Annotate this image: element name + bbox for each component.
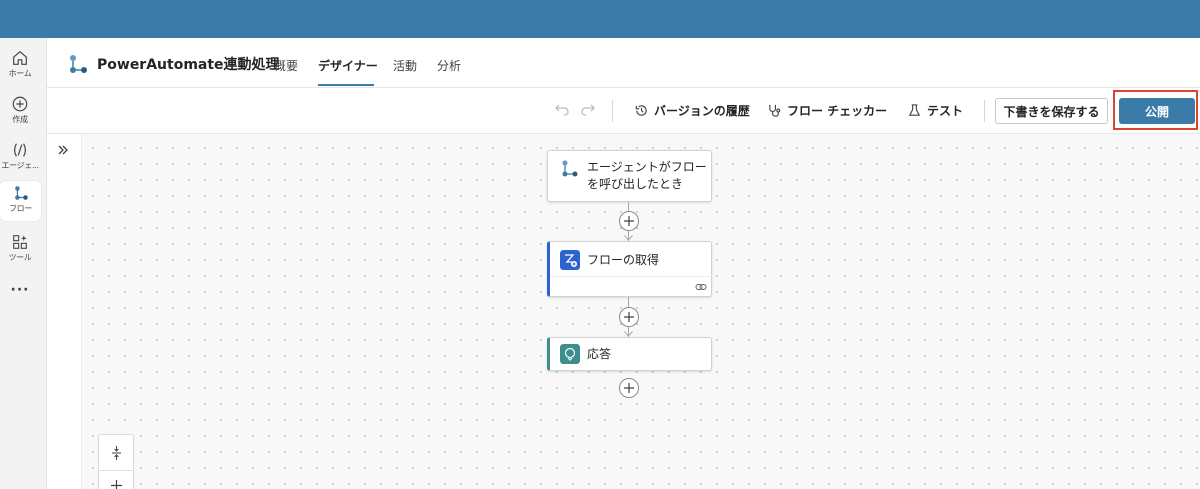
version-history-button[interactable]: バージョンの履歴 (634, 102, 750, 119)
tab-overview[interactable]: 概要 (274, 57, 298, 74)
tools-icon (13, 235, 27, 249)
more-options-button[interactable]: ··· (0, 282, 40, 298)
add-step-button[interactable] (619, 378, 639, 398)
rail-label-create: 作成 (12, 115, 28, 124)
plus-icon (624, 312, 634, 322)
flow-checker-label: フロー チェッカー (787, 104, 888, 118)
node-divider (550, 276, 712, 277)
rail-label-tools: ツール (8, 253, 32, 262)
undo-icon[interactable] (554, 101, 570, 117)
tab-activity[interactable]: 活動 (393, 57, 417, 74)
beaker-icon (908, 104, 921, 116)
stethoscope-icon (769, 104, 781, 117)
expand-panel-icon[interactable] (56, 143, 70, 157)
rail-item-tools[interactable]: ツール (0, 230, 40, 270)
get-flow-node[interactable]: フローの取得 (547, 241, 712, 297)
get-flow-icon (560, 250, 580, 270)
designer-canvas[interactable]: エージェントがフロー を呼び出したとき フローの取得 応答 (47, 134, 1200, 489)
tab-analytics[interactable]: 分析 (437, 57, 461, 74)
flow-checker-button[interactable]: フロー チェッカー (767, 102, 887, 119)
add-step-button[interactable] (619, 211, 639, 231)
flow-icon (14, 186, 28, 200)
plus-icon (624, 383, 634, 393)
respond-icon (560, 344, 580, 364)
rail-item-agents[interactable]: エージェ... (0, 138, 40, 178)
zoom-controls (98, 434, 134, 489)
history-icon (635, 105, 647, 116)
rail-item-home[interactable]: ホーム (0, 46, 40, 86)
get-flow-node-title: フローの取得 (587, 253, 660, 267)
plus-icon (624, 216, 634, 226)
version-history-label: バージョンの履歴 (654, 104, 750, 118)
test-label: テスト (927, 104, 964, 118)
flow-logo-icon (70, 55, 87, 73)
respond-node-title: 応答 (587, 347, 612, 361)
flow-trigger-icon (562, 160, 578, 177)
agent-icon (14, 143, 26, 157)
add-step-button[interactable] (619, 307, 639, 327)
trigger-node-title-line2: を呼び出したとき (587, 177, 684, 191)
trigger-node-title-line1: エージェントがフロー (587, 160, 707, 174)
fit-view-icon[interactable] (110, 445, 123, 461)
left-rail: ホーム 作成 エージェ... フロー ツール ··· (0, 38, 47, 489)
zoom-divider (99, 470, 133, 471)
toolbar-divider (612, 100, 613, 122)
trigger-node[interactable]: エージェントがフロー を呼び出したとき (547, 150, 712, 202)
zoom-in-icon[interactable] (110, 479, 123, 489)
home-icon (13, 51, 27, 65)
canvas-side-panel (47, 134, 82, 489)
link-icon[interactable] (695, 281, 707, 293)
toolbar: バージョンの履歴 フロー チェッカー テスト 下書きを保存する 公開 (47, 88, 1200, 134)
test-button[interactable]: テスト (907, 102, 963, 119)
plus-circle-icon (12, 96, 28, 112)
redo-icon[interactable] (580, 101, 596, 117)
save-draft-button[interactable]: 下書きを保存する (995, 98, 1108, 124)
publish-highlight-annotation (1113, 90, 1198, 130)
rail-label-flows: フロー (8, 204, 33, 213)
active-tab-indicator (318, 84, 374, 86)
respond-node[interactable]: 応答 (547, 337, 712, 371)
toolbar-divider-2 (984, 100, 985, 122)
rail-label-home: ホーム (8, 69, 32, 78)
tab-designer[interactable]: デザイナー (318, 57, 378, 74)
rail-label-agents: エージェ... (1, 161, 39, 170)
top-bar (0, 0, 1200, 38)
rail-item-create[interactable]: 作成 (0, 92, 40, 132)
page-title: PowerAutomate連動処理 (97, 57, 280, 73)
rail-item-flows[interactable]: フロー (0, 181, 41, 221)
header: PowerAutomate連動処理 概要 デザイナー 活動 分析 (47, 38, 1200, 88)
